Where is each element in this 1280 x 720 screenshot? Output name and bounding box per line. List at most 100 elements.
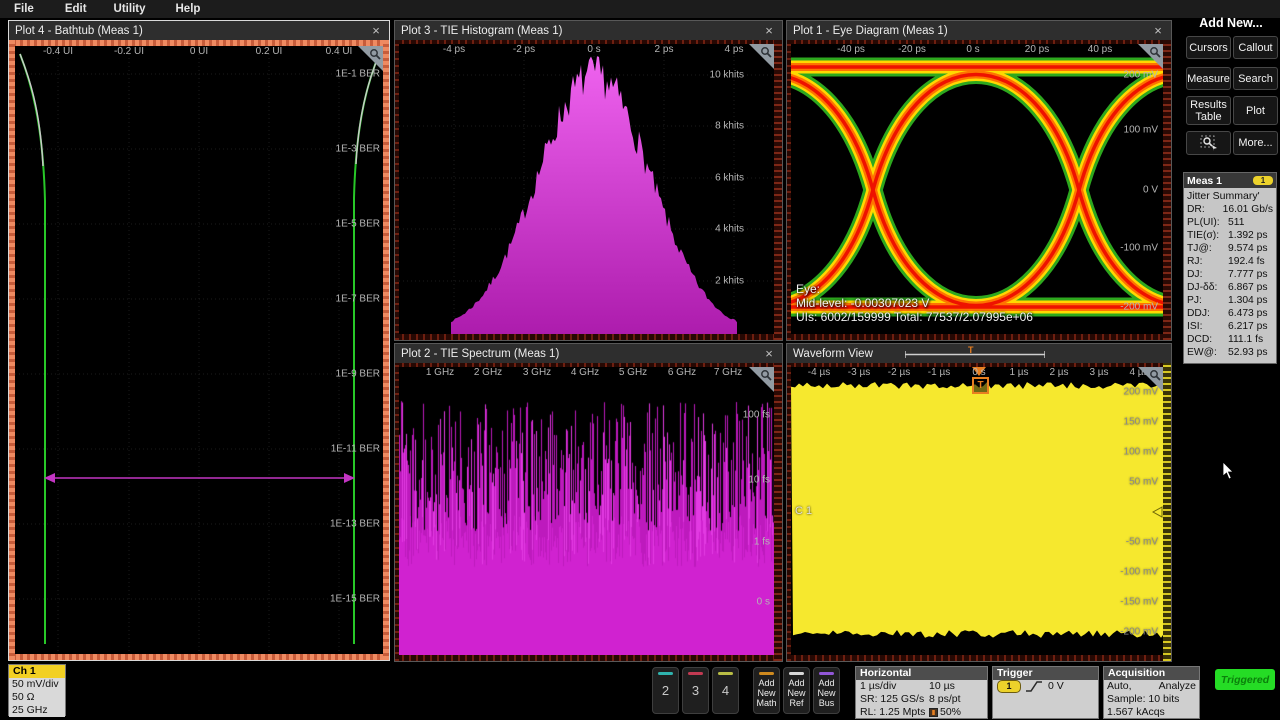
meas1-results-panel[interactable]: Meas 1 1 Jitter Summary' DR:16.01 Gb/sPL… xyxy=(1183,172,1277,364)
menu-help[interactable]: Help xyxy=(176,3,201,15)
histogram-plot-area[interactable]: 10 khits8 khits6 khits4 khits2 khits -4 … xyxy=(399,44,774,334)
channel4-button[interactable]: 4 xyxy=(712,667,739,714)
plot-histogram-title: Plot 3 - TIE Histogram (Meas 1) xyxy=(401,25,562,37)
channel2-button[interactable]: 2 xyxy=(652,667,679,714)
meas-value: 1.304 ps xyxy=(1228,294,1273,307)
meas-label: DJ: xyxy=(1187,268,1228,281)
add-new-bus-button[interactable]: Add New Bus xyxy=(813,667,840,714)
plot-eye-title: Plot 1 - Eye Diagram (Meas 1) xyxy=(793,25,948,37)
plot-spectrum-close-icon[interactable]: × xyxy=(762,347,776,360)
trigger-position-arrow-icon[interactable] xyxy=(972,367,986,376)
eye-midlevel-value: Mid-level: -0.00307023 V xyxy=(796,296,929,310)
menu-file[interactable]: File xyxy=(14,3,34,15)
meas1-source-badge: 1 xyxy=(1253,176,1273,185)
channel2-color-stripe xyxy=(658,672,673,675)
waveform-titlebar[interactable]: Waveform View T xyxy=(787,344,1171,363)
ruler xyxy=(787,334,1171,340)
trigger-settings-panel[interactable]: Trigger 1 0 V xyxy=(992,666,1099,719)
add-new-ref-button[interactable]: Add New Ref xyxy=(783,667,810,714)
jitter-summary-title: Jitter Summary' xyxy=(1187,189,1273,203)
horizontal-window: 10 µs xyxy=(929,680,983,693)
channel2-label: 2 xyxy=(662,683,669,698)
plot-window-spectrum: Plot 2 - TIE Spectrum (Meas 1) × 100 fs1… xyxy=(394,343,783,662)
meas-value: 9.574 ps xyxy=(1228,242,1273,255)
channel-reference-arrow-icon xyxy=(1152,506,1163,518)
waveform-plot-area[interactable]: C 1 T 200 mV150 mV100 mV50 mV-50 mV-100 … xyxy=(791,367,1163,655)
add-search-button[interactable]: Search xyxy=(1233,67,1278,90)
ruler xyxy=(395,334,782,340)
add-callout-button[interactable]: Callout xyxy=(1233,36,1278,59)
acq-mode: Auto, xyxy=(1107,680,1132,693)
plot-eye-titlebar[interactable]: Plot 1 - Eye Diagram (Meas 1) × xyxy=(787,21,1171,40)
add-new-math-button[interactable]: Add New Math xyxy=(753,667,780,714)
channel1-waveform-trace xyxy=(791,367,1163,655)
plot-window-bathtub: Plot 4 - Bathtub (Meas 1) × 1E-1 BER1E-3… xyxy=(8,20,390,661)
channel4-label: 4 xyxy=(722,683,729,698)
horizontal-title: Horizontal xyxy=(856,667,987,680)
ruler xyxy=(774,363,782,661)
add-cursors-button[interactable]: Cursors xyxy=(1186,36,1231,59)
meas-value: 6.473 ps xyxy=(1228,307,1273,320)
meas-value: 6.867 ps xyxy=(1228,281,1273,294)
meas-result-row: DCD:111.1 fs xyxy=(1187,333,1273,346)
eye-diagram-trace xyxy=(791,44,1163,334)
plot-window-eye: Plot 1 - Eye Diagram (Meas 1) × 200 mV10… xyxy=(786,20,1172,341)
meas-value: 192.4 fs xyxy=(1228,255,1273,268)
meas-result-row: PL(UI):511 xyxy=(1187,216,1273,229)
ruler xyxy=(1163,40,1171,340)
zoom-overview-button[interactable] xyxy=(1186,131,1231,155)
spectrum-plot-area[interactable]: 100 fs10 fs1 fs0 s 1 GHz2 GHz3 GHz4 GHz5… xyxy=(399,367,774,655)
meas-result-row: DJ:7.777 ps xyxy=(1187,268,1273,281)
meas-result-row: TIE(σ):1.392 ps xyxy=(1187,229,1273,242)
meas1-header[interactable]: Meas 1 1 xyxy=(1184,173,1276,188)
plot-histogram-titlebar[interactable]: Plot 3 - TIE Histogram (Meas 1) × xyxy=(395,21,782,40)
meas1-body: Jitter Summary' DR:16.01 Gb/sPL(UI):511T… xyxy=(1184,188,1276,363)
mouse-cursor xyxy=(1222,462,1234,480)
add-measure-button[interactable]: Measure xyxy=(1186,67,1231,90)
meas-result-row: DR:16.01 Gb/s xyxy=(1187,203,1273,216)
more-button[interactable]: More... xyxy=(1233,131,1278,155)
eye-uis-total-value: UIs: 6002/159999 Total: 77537/2.07995e+0… xyxy=(796,310,1033,324)
meas-label: DDJ: xyxy=(1187,307,1228,320)
add-plot-button[interactable]: Plot xyxy=(1233,96,1278,125)
acquisition-title: Acquisition xyxy=(1104,667,1199,680)
meas-result-row: ISI:6.217 ps xyxy=(1187,320,1273,333)
waveform-view-window: Waveform View T C 1 T 200 mV150 mV100 mV… xyxy=(786,343,1172,662)
channel3-label: 3 xyxy=(692,683,699,698)
menu-utility[interactable]: Utility xyxy=(114,3,146,15)
meas-value: 111.1 fs xyxy=(1228,333,1273,346)
meas-value: 1.392 ps xyxy=(1228,229,1273,242)
resolution: 8 ps/pt xyxy=(929,693,983,706)
trigger-title: Trigger xyxy=(993,667,1098,680)
plot-bathtub-close-icon[interactable]: × xyxy=(369,24,383,37)
ruler xyxy=(9,654,389,660)
add-new-ref-label: Add New Ref xyxy=(784,678,809,708)
acquisition-settings-panel[interactable]: Acquisition Auto,Analyze Sample: 10 bits… xyxy=(1103,666,1200,719)
plot-eye-close-icon[interactable]: × xyxy=(1151,24,1165,37)
ref-color-stripe xyxy=(789,672,804,675)
meas-label: RJ: xyxy=(1187,255,1228,268)
trigger-level-value: 0 V xyxy=(1048,680,1064,693)
meas-value: 7.777 ps xyxy=(1228,268,1273,281)
meas-label: PL(UI): xyxy=(1187,216,1228,229)
ruler xyxy=(383,40,389,660)
channel3-button[interactable]: 3 xyxy=(682,667,709,714)
channel1-badge-panel[interactable]: Ch 1 50 mV/div 50 Ω 25 GHz xyxy=(8,664,66,716)
bathtub-plot-area[interactable]: 1E-1 BER1E-3 BER1E-5 BER1E-7 BER1E-9 BER… xyxy=(15,46,383,654)
plot-histogram-close-icon[interactable]: × xyxy=(762,24,776,37)
add-new-math-label: Add New Math xyxy=(754,678,779,708)
horizontal-settings-panel[interactable]: Horizontal 1 µs/div10 µs SR: 125 GS/s8 p… xyxy=(855,666,988,719)
oscilloscope-screen: File Edit Utility Help Plot 4 - Bathtub … xyxy=(0,0,1280,720)
ruler xyxy=(774,40,782,340)
eye-plot-area[interactable]: 200 mV100 mV0 V-100 mV-200 mV -40 ps-20 … xyxy=(791,44,1163,334)
waveform-title: Waveform View xyxy=(793,348,873,360)
record-length: RL: 1.25 Mpts xyxy=(860,706,929,719)
menu-edit[interactable]: Edit xyxy=(65,3,87,15)
plot-spectrum-titlebar[interactable]: Plot 2 - TIE Spectrum (Meas 1) × xyxy=(395,344,782,363)
meas-value: 6.217 ps xyxy=(1228,320,1273,333)
add-results-table-button[interactable]: Results Table xyxy=(1186,96,1231,125)
meas-result-row: PJ:1.304 ps xyxy=(1187,294,1273,307)
triggered-status-button[interactable]: Triggered xyxy=(1215,669,1275,690)
trigger-position-badge[interactable]: T xyxy=(972,377,989,394)
plot-bathtub-titlebar[interactable]: Plot 4 - Bathtub (Meas 1) × xyxy=(9,21,389,40)
